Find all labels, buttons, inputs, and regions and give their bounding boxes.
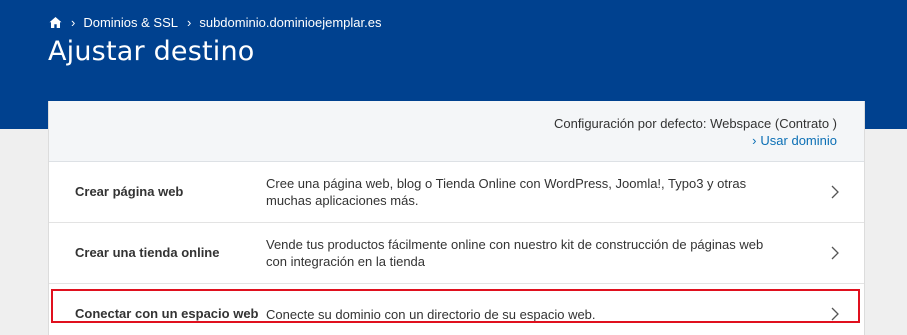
use-domain-link[interactable]: › Usar dominio xyxy=(752,133,837,148)
use-domain-label: Usar dominio xyxy=(760,133,837,148)
destination-options-card: Configuración por defecto: Webspace (Con… xyxy=(48,101,865,335)
chevron-right-icon: › xyxy=(187,14,192,30)
breadcrumb-item-subdomain[interactable]: subdominio.dominioejemplar.es xyxy=(199,15,381,30)
option-connect-webspace[interactable]: Conectar con un espacio web Conecte su d… xyxy=(49,284,864,335)
option-description: Conecte su dominio con un directorio de … xyxy=(266,307,596,322)
chevron-right-icon xyxy=(830,185,840,199)
option-description: Vende tus productos fácilmente online co… xyxy=(266,237,764,269)
option-create-website[interactable]: Crear página web Cree una página web, bl… xyxy=(49,162,864,223)
option-title: Conectar con un espacio web xyxy=(75,306,259,321)
breadcrumb: › Dominios & SSL › subdominio.dominioeje… xyxy=(49,13,381,31)
option-create-online-store[interactable]: Crear una tienda online Vende tus produc… xyxy=(49,223,864,284)
default-config-panel: Configuración por defecto: Webspace (Con… xyxy=(49,101,864,162)
option-title: Crear página web xyxy=(75,184,184,199)
page-title: Ajustar destino xyxy=(48,36,255,67)
chevron-right-icon xyxy=(830,307,840,321)
chevron-right-icon: › xyxy=(71,14,76,30)
chevron-right-icon xyxy=(830,246,840,260)
default-config-text: Configuración por defecto: Webspace (Con… xyxy=(553,116,837,131)
option-description: Cree una página web, blog o Tienda Onlin… xyxy=(266,176,747,208)
breadcrumb-item-domains[interactable]: Dominios & SSL xyxy=(83,15,178,30)
home-icon[interactable] xyxy=(49,16,62,29)
option-title: Crear una tienda online xyxy=(75,245,220,260)
chevron-right-icon: › xyxy=(752,133,757,148)
